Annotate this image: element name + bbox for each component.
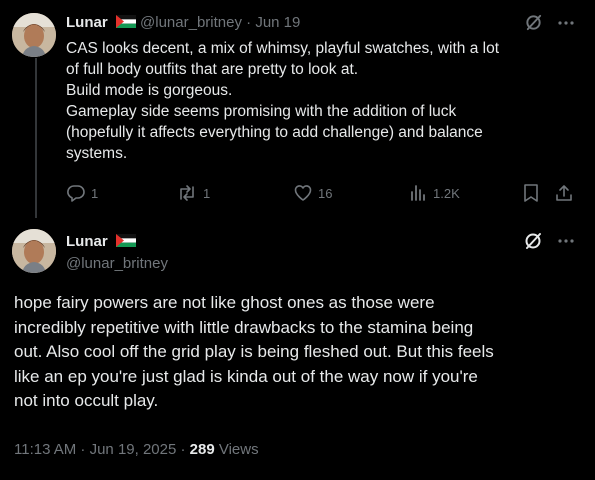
- tweet-text-line: not into occult play.: [14, 391, 159, 410]
- views-icon: [411, 185, 425, 201]
- share-icon: [556, 185, 572, 201]
- tweet-text-line: of full body outfits that are pretty to …: [66, 61, 359, 78]
- views-count: 289: [189, 441, 215, 458]
- grok-icon[interactable]: [523, 231, 543, 251]
- more-icon[interactable]: [557, 14, 575, 32]
- handle[interactable]: @lunar_britney: [66, 255, 168, 272]
- reply-icon: [67, 185, 85, 202]
- bookmark-icon: [524, 184, 538, 202]
- bookmark-button[interactable]: [522, 183, 540, 203]
- reply-tweet-text: CAS looks decent, a mix of whimsy, playf…: [66, 38, 566, 164]
- reply-tweet-action-bar: 1 1 16 1.2K: [66, 183, 576, 205]
- palestine-flag-icon: [115, 15, 136, 28]
- avatar-image: [12, 229, 56, 273]
- tweet-text-line: incredibly repetitive with little drawba…: [14, 317, 474, 337]
- reply-tweet-header: Lunar @lunar_britney · Jun 19: [66, 14, 300, 31]
- thread-connector-line: [35, 58, 37, 218]
- palestine-flag-icon: [115, 234, 136, 247]
- tweet-text-line: Build mode is gorgeous.: [66, 82, 233, 99]
- handle[interactable]: @lunar_britney: [140, 14, 242, 31]
- avatar[interactable]: [12, 13, 56, 57]
- share-button[interactable]: [555, 183, 573, 203]
- separator: ·: [246, 14, 252, 31]
- avatar-image: [12, 13, 56, 57]
- tweet-text-line: hope fairy powers are not like ghost one…: [14, 293, 435, 312]
- main-tweet-header-actions: [523, 231, 575, 251]
- display-name[interactable]: Lunar: [66, 233, 108, 250]
- avatar[interactable]: [12, 229, 56, 273]
- tweet-date[interactable]: Jun 19: [255, 14, 300, 31]
- tweet-meta: 11:13 AM · Jun 19, 2025 · 289 Views: [14, 441, 259, 458]
- heart-icon: [294, 185, 312, 201]
- reply-count: 1: [91, 185, 99, 201]
- reply-tweet[interactable]: Lunar @lunar_britney · Jun 19 CAS looks …: [0, 0, 595, 218]
- like-count: 16: [318, 185, 333, 201]
- tweet-timestamp[interactable]: 11:13 AM · Jun 19, 2025 ·: [14, 441, 190, 458]
- tweet-text-line: (hopefully it affects everything to add …: [66, 124, 483, 141]
- main-tweet-text: hope fairy powers are not like ghost one…: [14, 291, 584, 414]
- tweet-text-line: like an ep you're just glad is kinda out…: [14, 366, 478, 386]
- views-label: Views: [214, 441, 259, 458]
- grok-icon[interactable]: [524, 13, 543, 32]
- main-tweet-author: Lunar: [66, 233, 136, 250]
- tweet-text-line: Gameplay side seems promising with the a…: [66, 103, 457, 120]
- tweet-text-line: out. Also cool off the grid play is bein…: [14, 342, 494, 361]
- reply-button[interactable]: 1: [66, 183, 98, 203]
- views-count: 1.2K: [433, 185, 460, 201]
- tweet-text-line: CAS looks decent, a mix of whimsy, playf…: [66, 40, 500, 57]
- views-button[interactable]: 1.2K: [408, 183, 460, 203]
- repost-count: 1: [203, 185, 211, 201]
- tweet-text-line: systems.: [66, 145, 128, 162]
- like-button[interactable]: 16: [293, 183, 332, 203]
- repost-button[interactable]: 1: [176, 183, 210, 203]
- reply-tweet-header-actions: [524, 13, 575, 32]
- more-icon[interactable]: [557, 232, 575, 250]
- repost-icon: [180, 185, 194, 201]
- display-name[interactable]: Lunar: [66, 14, 108, 31]
